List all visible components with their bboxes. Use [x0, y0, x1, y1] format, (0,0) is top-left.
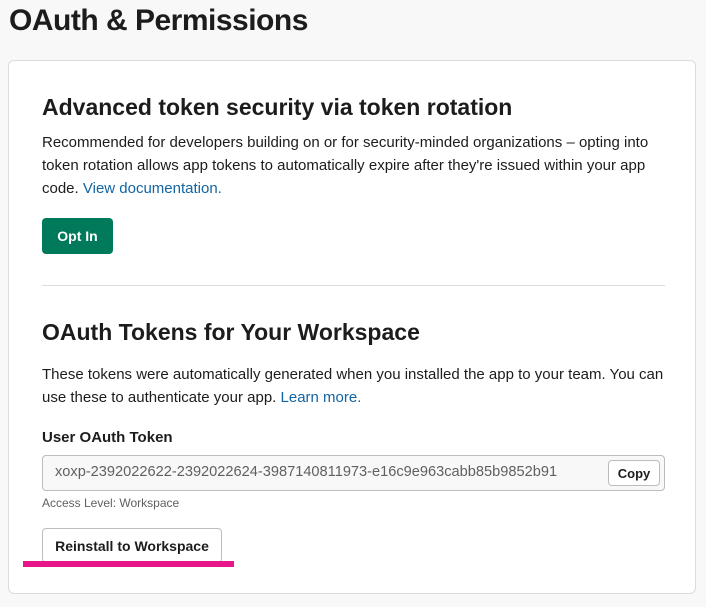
access-level-text: Access Level: Workspace [42, 496, 180, 510]
learn-more-link[interactable]: Learn more. [281, 389, 362, 406]
highlight-underline [23, 561, 234, 567]
copy-button[interactable]: Copy [608, 460, 660, 486]
view-documentation-link[interactable]: View documentation. [83, 180, 222, 197]
token-rotation-title: Advanced token security via token rotati… [42, 94, 513, 120]
oauth-permissions-page: OAuth & Permissions Advanced token secur… [0, 0, 706, 607]
settings-card: Advanced token security via token rotati… [8, 60, 696, 594]
user-oauth-token-label: User OAuth Token [42, 429, 173, 446]
reinstall-to-workspace-button[interactable]: Reinstall to Workspace [42, 528, 222, 563]
opt-in-button[interactable]: Opt In [42, 218, 113, 254]
section-divider [42, 285, 665, 286]
user-oauth-token-value[interactable]: xoxp-2392022622-2392022624-3987140811973… [55, 464, 611, 480]
oauth-tokens-description: These tokens were automatically generate… [42, 363, 667, 409]
token-rotation-description: Recommended for developers building on o… [42, 131, 667, 200]
oauth-tokens-title: OAuth Tokens for Your Workspace [42, 319, 420, 345]
page-title: OAuth & Permissions [9, 4, 308, 37]
user-oauth-token-field[interactable]: xoxp-2392022622-2392022624-3987140811973… [42, 455, 665, 491]
